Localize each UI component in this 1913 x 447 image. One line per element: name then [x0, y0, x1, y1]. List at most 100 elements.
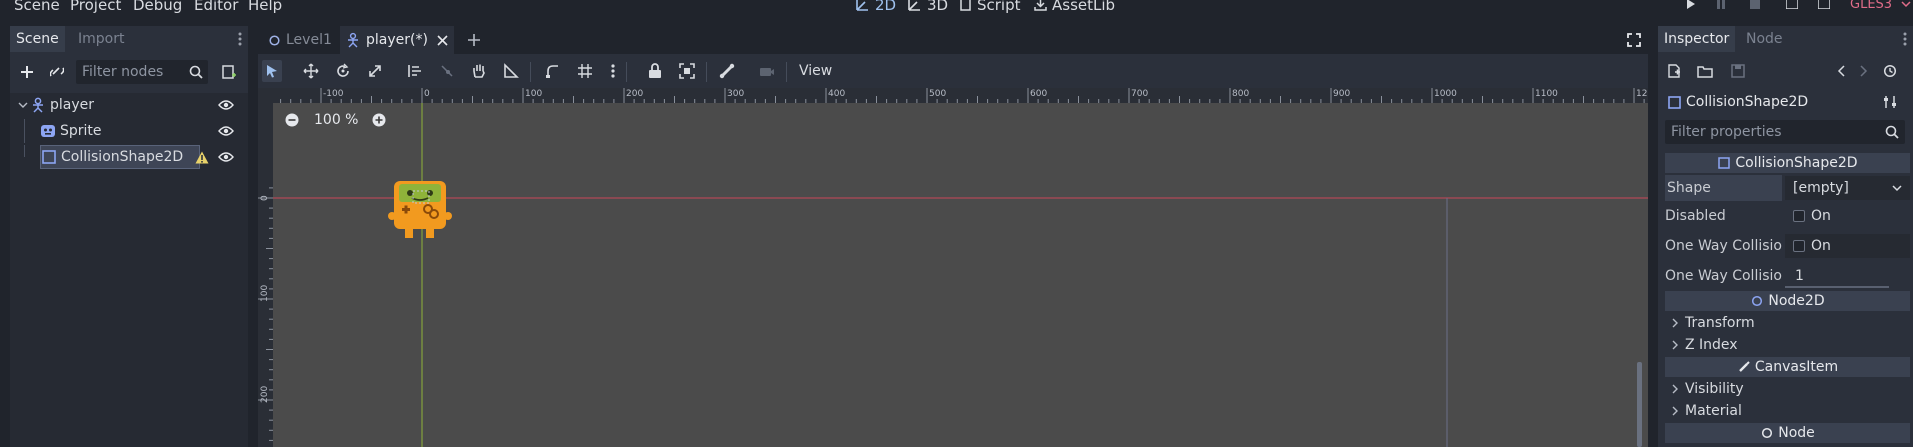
shape-resource-picker[interactable]: [empty]: [1785, 176, 1910, 200]
class-header-canvasitem: CanvasItem: [1665, 357, 1910, 377]
select-mode-icon[interactable]: [262, 60, 282, 82]
collision-shape-gizmo[interactable]: [412, 190, 430, 204]
toolbar-separator: [626, 62, 627, 82]
close-icon[interactable]: [436, 34, 448, 46]
tree-node-sprite[interactable]: Sprite: [10, 119, 248, 143]
move-mode-icon[interactable]: [302, 62, 320, 80]
class-header-node: Node: [1665, 423, 1910, 443]
node-circle-icon: [268, 34, 280, 46]
menu-debug[interactable]: Debug: [133, 0, 182, 15]
sprite-icon: [40, 123, 56, 139]
class-header-node2d: Node2D: [1665, 291, 1910, 311]
attach-script-icon[interactable]: [220, 63, 238, 81]
load-resource-icon[interactable]: [1697, 63, 1713, 79]
group-icon[interactable]: [678, 62, 696, 80]
disabled-checkbox[interactable]: On: [1785, 204, 1910, 228]
chevron-down-icon: [1900, 0, 1912, 10]
one-way-collision-checkbox[interactable]: On: [1785, 234, 1910, 258]
stop-icon[interactable]: [1748, 0, 1762, 10]
object-properties-icon[interactable]: [1882, 94, 1898, 110]
group-z-index[interactable]: Z Index: [1665, 334, 1910, 356]
chevron-right-icon: [1671, 340, 1679, 350]
group-material[interactable]: Material: [1665, 400, 1910, 422]
workspace-2d[interactable]: 2D: [856, 0, 896, 15]
visibility-eye-icon[interactable]: [218, 98, 234, 112]
rotate-mode-icon[interactable]: [334, 62, 352, 80]
zoom-out-icon[interactable]: [284, 112, 300, 128]
menu-project[interactable]: Project: [70, 0, 121, 15]
view-menu[interactable]: View: [799, 61, 832, 81]
filter-properties-input[interactable]: Filter properties: [1665, 120, 1905, 144]
player-sprite[interactable]: [388, 178, 458, 248]
one-way-collision-margin-field[interactable]: 1: [1785, 264, 1910, 288]
grid-snap-icon[interactable]: [576, 62, 594, 80]
viewport-vertical-scrollbar[interactable]: [1637, 362, 1642, 447]
ruler-vertical[interactable]: 0 100 200: [258, 88, 273, 447]
snap-options-icon[interactable]: [608, 62, 618, 80]
player-character-icon: [388, 181, 452, 238]
3d-viewport-icon: [908, 0, 922, 11]
play-icon[interactable]: [1684, 0, 1698, 10]
play-custom-scene-icon[interactable]: [1817, 0, 1831, 10]
menu-editor[interactable]: Editor: [194, 0, 238, 15]
tree-node-player[interactable]: player: [10, 93, 248, 117]
tab-level1[interactable]: Level1: [258, 26, 338, 54]
search-icon: [1884, 124, 1900, 140]
tab-import[interactable]: Import: [72, 26, 130, 52]
ruler-label: 1100: [1535, 89, 1558, 99]
tab-inspector[interactable]: Inspector: [1658, 26, 1736, 52]
save-resource-icon[interactable]: [1730, 63, 1746, 79]
ruler-label: -100: [323, 89, 344, 99]
dock-menu-icon[interactable]: [235, 32, 245, 46]
play-scene-icon[interactable]: [1785, 0, 1799, 10]
pivot-mode-icon[interactable]: [438, 62, 456, 80]
checkbox-icon: [1793, 240, 1805, 252]
zoom-reset-button[interactable]: 100 %: [314, 111, 358, 129]
inspected-object-name[interactable]: CollisionShape2D: [1686, 92, 1808, 112]
history-icon[interactable]: [1882, 63, 1898, 79]
lock-icon[interactable]: [646, 62, 664, 80]
workspace-assetlib[interactable]: AssetLib: [1034, 0, 1115, 15]
warning-icon[interactable]: [194, 150, 210, 164]
pause-icon[interactable]: [1714, 0, 1728, 10]
list-select-icon[interactable]: [406, 62, 424, 80]
ruler-label: 200: [260, 386, 270, 403]
ruler-label: 600: [1030, 89, 1047, 99]
assetlib-icon: [1034, 0, 1047, 11]
history-back-icon[interactable]: [1834, 63, 1848, 79]
zoom-in-icon[interactable]: [371, 112, 387, 128]
add-node-icon[interactable]: [18, 63, 36, 81]
ruler-horizontal[interactable]: -100 0 100 200 300 400 500 600 700 800 900 1000 1100…: [273, 88, 1648, 103]
tab-player[interactable]: player(*): [340, 26, 454, 54]
ruler-ticks: 0 100 200: [258, 187, 273, 441]
ruler-mode-icon[interactable]: [502, 62, 520, 80]
chevron-right-icon: [1671, 384, 1679, 394]
tab-node[interactable]: Node: [1740, 26, 1789, 52]
smart-snap-icon[interactable]: [544, 62, 562, 80]
skeleton-bone-icon[interactable]: [718, 62, 736, 80]
menu-help[interactable]: Help: [248, 0, 282, 15]
camera-override-icon[interactable]: [758, 62, 776, 80]
workspace-script[interactable]: Script: [960, 0, 1021, 15]
renderer-select[interactable]: GLES3: [1850, 0, 1892, 15]
node2d-icon: [1750, 294, 1764, 308]
scale-mode-icon[interactable]: [366, 62, 384, 80]
visibility-eye-icon[interactable]: [218, 150, 234, 164]
ruler-label: 700: [1131, 89, 1148, 99]
group-visibility[interactable]: Visibility: [1665, 378, 1910, 400]
visibility-eye-icon[interactable]: [218, 124, 234, 138]
instance-scene-icon[interactable]: [48, 63, 66, 81]
distraction-free-icon[interactable]: [1626, 32, 1642, 48]
add-scene-tab-icon[interactable]: [466, 32, 482, 48]
chevron-down-icon[interactable]: [18, 99, 28, 111]
menu-scene[interactable]: Scene: [14, 0, 60, 15]
group-transform[interactable]: Transform: [1665, 312, 1910, 334]
new-resource-icon[interactable]: [1666, 63, 1682, 79]
dock-menu-icon[interactable]: [1900, 32, 1910, 46]
pan-mode-icon[interactable]: [470, 62, 488, 80]
tab-scene[interactable]: Scene: [10, 26, 65, 52]
canvas-2d[interactable]: [273, 95, 1648, 447]
history-forward-icon[interactable]: [1857, 63, 1871, 79]
workspace-3d[interactable]: 3D: [908, 0, 948, 15]
tree-node-collisionshape2d[interactable]: CollisionShape2D: [10, 145, 248, 169]
